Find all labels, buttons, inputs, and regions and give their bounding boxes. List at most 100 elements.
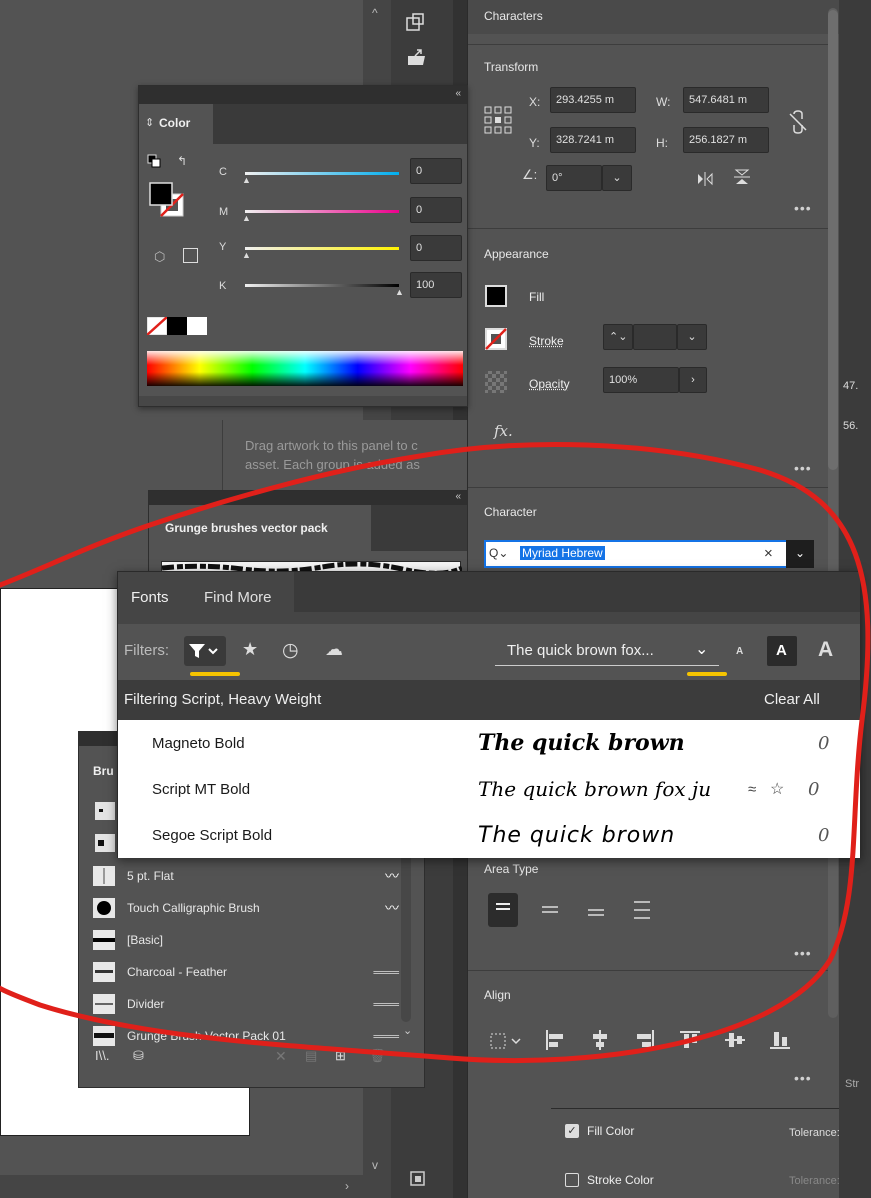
channel-k-slider[interactable]: [245, 284, 399, 287]
filter-classification-button[interactable]: [184, 636, 226, 666]
properties-scroll-thumb[interactable]: [828, 10, 838, 470]
preview-size-large[interactable]: A: [818, 638, 833, 662]
remove-brush-stroke-icon[interactable]: ✕: [275, 1048, 287, 1065]
w-field[interactable]: 547.6481 m: [683, 87, 769, 113]
rotate-angle-dropdown[interactable]: ⌄: [602, 165, 632, 191]
web-safe-icon[interactable]: [183, 248, 198, 263]
clear-search-icon[interactable]: ×: [764, 545, 773, 562]
channel-y-field[interactable]: 0: [410, 235, 462, 261]
scroll-up-icon[interactable]: ^: [372, 6, 378, 20]
channel-c-handle[interactable]: ▲: [242, 175, 251, 185]
favorites-star-icon[interactable]: ★: [242, 639, 258, 660]
font-family-dropdown-button[interactable]: ⌄: [786, 540, 814, 568]
brush-thumb-b[interactable]: [95, 834, 115, 852]
area-type-more-options-icon[interactable]: •••: [794, 945, 812, 961]
align-right-text-button[interactable]: [584, 900, 608, 920]
fill-stroke-swatches[interactable]: [149, 182, 185, 220]
grunge-collapse-icon[interactable]: «: [455, 491, 461, 502]
stroke-color-checkbox[interactable]: [565, 1173, 579, 1187]
font-list-item[interactable]: Magneto Bold The quick brown 0: [118, 720, 860, 766]
color-tab[interactable]: ⇕ Color: [139, 104, 213, 144]
tab-fonts[interactable]: Fonts: [131, 589, 169, 606]
align-more-options-icon[interactable]: •••: [794, 1070, 812, 1086]
preview-size-medium-button[interactable]: A: [767, 636, 797, 666]
reference-point-icon[interactable]: [484, 106, 514, 136]
list-item[interactable]: Touch Calligraphic Brush 〰: [93, 892, 399, 924]
grunge-tab[interactable]: Grunge brushes vector pack: [149, 505, 371, 551]
opacity-field[interactable]: 100%: [603, 367, 679, 393]
list-item[interactable]: [Basic]: [93, 924, 399, 956]
fill-swatch[interactable]: [485, 285, 507, 307]
rotate-angle-field[interactable]: 0°: [546, 165, 602, 191]
y-field[interactable]: 328.7241 m: [550, 127, 636, 153]
channel-c-field[interactable]: 0: [410, 158, 462, 184]
align-left-text-button[interactable]: [488, 893, 518, 927]
color-panel-titlebar[interactable]: «: [139, 86, 467, 104]
align-horizontal-center-icon[interactable]: [588, 1028, 612, 1052]
out-of-gamut-icon[interactable]: ⬡: [154, 249, 170, 265]
flip-vertical-icon[interactable]: [734, 168, 750, 186]
activated-fonts-cloud-icon[interactable]: ☁: [325, 639, 343, 660]
layers-icon[interactable]: [407, 1168, 429, 1190]
default-fill-stroke-icon[interactable]: [147, 154, 161, 168]
brushes-tab[interactable]: Bru: [79, 746, 119, 786]
recently-added-icon[interactable]: ◷: [282, 639, 299, 662]
quick-swatches[interactable]: [146, 316, 207, 336]
x-field[interactable]: 293.4255 m: [550, 87, 636, 113]
appearance-more-options-icon[interactable]: •••: [794, 460, 812, 476]
list-item[interactable]: Charcoal - Feather ═══: [93, 956, 399, 988]
stroke-weight-dropdown[interactable]: ⌄: [677, 324, 707, 350]
channel-m-field[interactable]: 0: [410, 197, 462, 223]
align-top-icon[interactable]: [678, 1028, 702, 1052]
fx-effects-icon[interactable]: fx.: [494, 422, 513, 440]
align-center-text-button[interactable]: [538, 900, 562, 920]
favorite-star-icon[interactable]: ☆: [770, 779, 808, 799]
swap-fill-stroke-icon[interactable]: ↰: [177, 154, 193, 168]
flip-horizontal-icon[interactable]: [696, 172, 714, 186]
channel-m-slider[interactable]: [245, 210, 399, 213]
scroll-down-icon[interactable]: v: [372, 1158, 378, 1172]
constrain-proportions-icon[interactable]: [788, 110, 808, 134]
align-right-icon[interactable]: [633, 1028, 657, 1052]
align-vertical-center-icon[interactable]: [723, 1028, 747, 1052]
grunge-titlebar[interactable]: «: [149, 491, 467, 505]
delete-brush-icon[interactable]: 🗑: [369, 1048, 386, 1064]
preview-size-small[interactable]: A: [736, 646, 743, 657]
opacity-label[interactable]: Opacity: [529, 377, 570, 391]
channel-y-handle[interactable]: ▲: [242, 250, 251, 260]
scroll-right-icon[interactable]: ›: [345, 1179, 349, 1193]
font-list-item[interactable]: Segoe Script Bold The quick brown 0: [118, 812, 860, 858]
libraries-panel-icon[interactable]: ⛁: [133, 1048, 144, 1064]
font-family-search[interactable]: Q⌄ Myriad Hebrew × ⌄: [484, 540, 814, 568]
h-field[interactable]: 256.1827 m: [683, 127, 769, 153]
stroke-weight-field[interactable]: [633, 324, 677, 350]
stroke-weight-stepper[interactable]: ⌃⌄: [603, 324, 633, 350]
collapse-panel-icon[interactable]: «: [455, 88, 461, 99]
align-to-selection-dropdown[interactable]: [488, 1028, 524, 1054]
fill-color-checkbox[interactable]: ✓: [565, 1124, 579, 1138]
canvas-horizontal-scrollbar[interactable]: ›: [0, 1175, 390, 1198]
export-icon[interactable]: [405, 46, 427, 68]
channel-k-handle[interactable]: ▲: [395, 287, 404, 297]
brushes-scroll-down-icon[interactable]: ⌄: [403, 1024, 412, 1037]
clear-all-button[interactable]: Clear All: [764, 691, 820, 708]
channel-c-slider[interactable]: [245, 172, 399, 175]
brush-options-icon[interactable]: ▤: [305, 1048, 317, 1064]
channel-m-handle[interactable]: ▲: [242, 213, 251, 223]
artboards-icon[interactable]: [405, 12, 427, 34]
brush-libraries-icon[interactable]: I\\.: [95, 1048, 109, 1063]
sample-text-dropdown[interactable]: The quick brown fox... ⌄: [495, 636, 719, 666]
color-spectrum[interactable]: [147, 351, 463, 386]
tab-find-more[interactable]: Find More: [204, 589, 272, 606]
similar-fonts-icon[interactable]: ≈: [748, 781, 770, 798]
opacity-arrow-button[interactable]: ›: [679, 367, 707, 393]
font-family-input[interactable]: Myriad Hebrew: [520, 546, 605, 560]
channel-y-slider[interactable]: [245, 247, 399, 250]
align-bottom-icon[interactable]: [768, 1028, 792, 1052]
color-panel-resize-handle[interactable]: [139, 396, 467, 406]
channel-k-field[interactable]: 100: [410, 272, 462, 298]
list-item[interactable]: 5 pt. Flat 〰: [93, 860, 399, 892]
align-left-icon[interactable]: [543, 1028, 567, 1052]
justify-text-button[interactable]: [630, 898, 654, 922]
transform-more-options-icon[interactable]: •••: [794, 200, 812, 216]
